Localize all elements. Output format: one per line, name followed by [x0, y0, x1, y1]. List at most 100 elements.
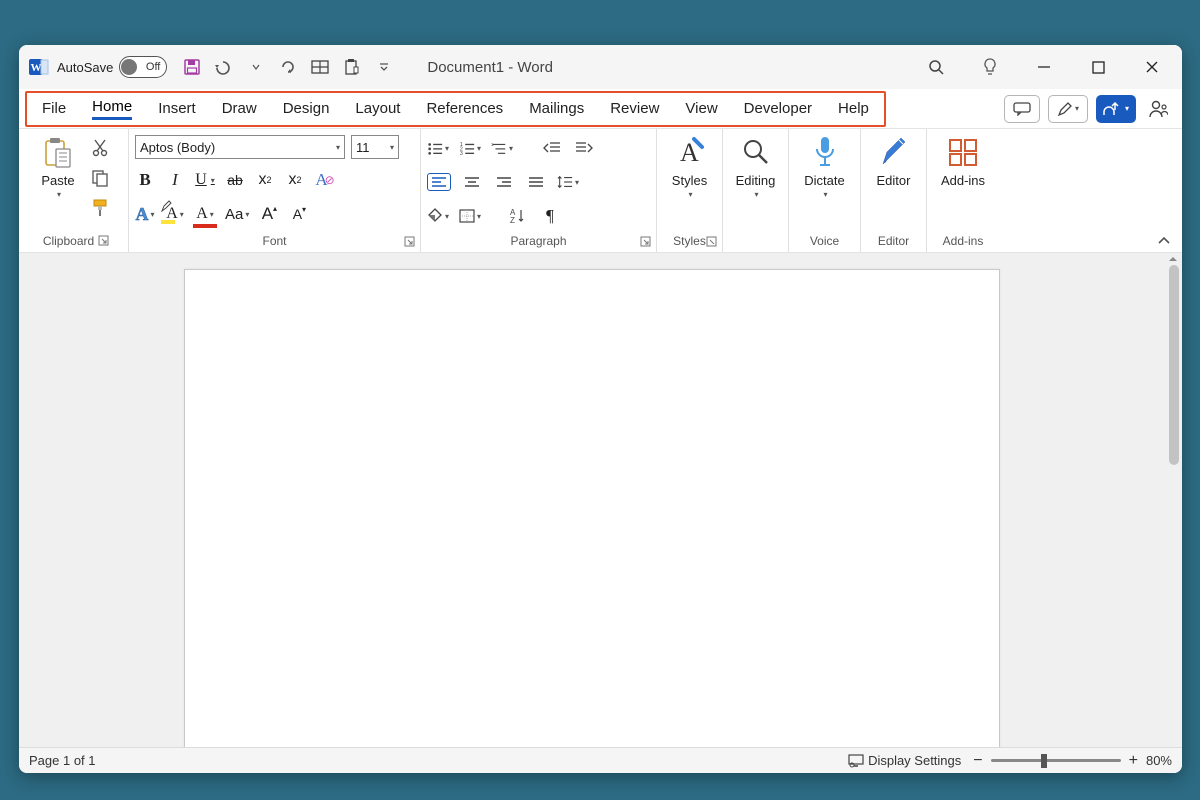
grow-font-button[interactable]: A▴	[259, 203, 279, 225]
font-label: Font	[262, 234, 286, 248]
minimize-icon[interactable]	[1026, 49, 1062, 85]
zoom-value[interactable]: 80%	[1146, 753, 1172, 768]
align-right-button[interactable]	[493, 171, 515, 193]
strikethrough-button[interactable]: ab	[225, 169, 245, 191]
subscript-button[interactable]: x2	[255, 169, 275, 191]
sort-button[interactable]: AZ	[507, 205, 529, 227]
justify-button[interactable]	[525, 171, 547, 193]
styles-button[interactable]: A Styles▾	[663, 133, 716, 199]
zoom-out-button[interactable]: −	[973, 752, 982, 770]
tab-layout[interactable]: Layout	[342, 93, 413, 125]
redo-icon[interactable]	[277, 56, 299, 78]
tab-insert[interactable]: Insert	[145, 93, 209, 125]
autosave-label: AutoSave	[57, 60, 113, 75]
save-icon[interactable]	[181, 56, 203, 78]
font-name-combo[interactable]: Aptos (Body)▾	[135, 135, 345, 159]
italic-button[interactable]: I	[165, 169, 185, 191]
underline-button[interactable]: U▾	[195, 169, 215, 191]
multilevel-list-button[interactable]: 1▾	[491, 137, 513, 159]
paste-button[interactable]: Paste ▾	[31, 133, 85, 199]
svg-text:W: W	[31, 62, 42, 74]
styles-launcher-icon[interactable]	[706, 236, 718, 248]
dictate-button[interactable]: Dictate▾	[798, 133, 852, 199]
shrink-font-button[interactable]: A▾	[289, 203, 309, 225]
tab-view[interactable]: View	[672, 93, 730, 125]
scroll-up-icon[interactable]	[1167, 253, 1179, 265]
text-effects-button[interactable]: A▾	[135, 203, 155, 225]
clipboard-label: Clipboard	[43, 234, 94, 248]
quick-access-toolbar	[181, 56, 395, 78]
show-marks-button[interactable]: ¶	[539, 205, 561, 227]
line-spacing-button[interactable]: ▾	[557, 171, 579, 193]
change-case-button[interactable]: Aa▾	[225, 203, 249, 225]
lightbulb-icon[interactable]	[972, 49, 1008, 85]
undo-dropdown-icon[interactable]	[245, 56, 267, 78]
bold-button[interactable]: B	[135, 169, 155, 191]
tab-mailings[interactable]: Mailings	[516, 93, 597, 125]
addins-button[interactable]: Add-ins	[936, 133, 990, 188]
zoom-slider[interactable]	[991, 759, 1121, 762]
align-center-button[interactable]	[461, 171, 483, 193]
cut-icon[interactable]	[89, 137, 111, 159]
tab-design[interactable]: Design	[270, 93, 343, 125]
paste-icon	[42, 133, 74, 171]
tab-help[interactable]: Help	[825, 93, 882, 125]
page-indicator[interactable]: Page 1 of 1	[29, 753, 96, 768]
paste-qat-icon[interactable]	[341, 56, 363, 78]
table-icon[interactable]	[309, 56, 331, 78]
font-color-button[interactable]: A▾	[195, 203, 215, 225]
tab-developer[interactable]: Developer	[731, 93, 825, 125]
display-settings-button[interactable]: Display Settings	[848, 753, 961, 768]
decrease-indent-button[interactable]	[541, 137, 563, 159]
maximize-icon[interactable]	[1080, 49, 1116, 85]
editing-button[interactable]: Editing▾	[729, 133, 782, 199]
document-title: Document1 - Word	[427, 59, 553, 76]
svg-text:Z: Z	[510, 216, 515, 224]
account-icon[interactable]	[1144, 95, 1172, 123]
copy-icon[interactable]	[89, 167, 111, 189]
svg-text:3: 3	[460, 151, 463, 155]
scrollbar-thumb[interactable]	[1169, 265, 1179, 465]
ribbon-tabs: File Home Insert Draw Design Layout Refe…	[19, 89, 1182, 129]
clear-formatting-button[interactable]: A⊘	[315, 169, 335, 191]
autosave-toggle[interactable]: AutoSave Off	[57, 56, 167, 78]
increase-indent-button[interactable]	[573, 137, 595, 159]
editor-label: Editor	[878, 234, 909, 248]
tab-home[interactable]: Home	[79, 93, 145, 125]
zoom-in-button[interactable]: +	[1129, 752, 1138, 770]
undo-icon[interactable]	[213, 56, 235, 78]
word-window: W AutoSave Off Document1 - Word File	[19, 45, 1182, 773]
tab-file[interactable]: File	[29, 93, 79, 125]
editor-button[interactable]: Editor	[867, 133, 920, 188]
superscript-button[interactable]: x2	[285, 169, 305, 191]
search-icon[interactable]	[918, 49, 954, 85]
bullets-button[interactable]: ▾	[427, 137, 449, 159]
tabs-highlight-box: File Home Insert Draw Design Layout Refe…	[25, 91, 886, 127]
editing-mode-button[interactable]: ▾	[1048, 95, 1088, 123]
share-button[interactable]: ▾	[1096, 95, 1136, 123]
font-launcher-icon[interactable]	[404, 236, 416, 248]
customize-qat-icon[interactable]	[373, 56, 395, 78]
status-bar: Page 1 of 1 Display Settings − + 80%	[19, 747, 1182, 773]
tab-review[interactable]: Review	[597, 93, 672, 125]
paragraph-launcher-icon[interactable]	[640, 236, 652, 248]
styles-label: Styles	[673, 234, 706, 248]
tab-draw[interactable]: Draw	[209, 93, 270, 125]
tab-references[interactable]: References	[413, 93, 516, 125]
collapse-ribbon-icon[interactable]	[1146, 129, 1182, 252]
highlight-button[interactable]: A▾	[165, 203, 185, 225]
comments-button[interactable]	[1004, 95, 1040, 123]
vertical-scrollbar[interactable]	[1167, 253, 1181, 747]
group-voice: Dictate▾ Voice	[789, 129, 861, 252]
close-icon[interactable]	[1134, 49, 1170, 85]
shading-button[interactable]: ▾	[427, 205, 449, 227]
zoom-control: − + 80%	[973, 752, 1172, 770]
align-left-button[interactable]	[427, 173, 451, 191]
borders-button[interactable]: ▾	[459, 205, 481, 227]
font-size-combo[interactable]: 11▾	[351, 135, 399, 159]
addins-icon	[947, 133, 979, 171]
document-page[interactable]	[184, 269, 1000, 747]
format-painter-icon[interactable]	[89, 197, 111, 219]
numbering-button[interactable]: 123▾	[459, 137, 481, 159]
clipboard-launcher-icon[interactable]	[98, 235, 110, 247]
